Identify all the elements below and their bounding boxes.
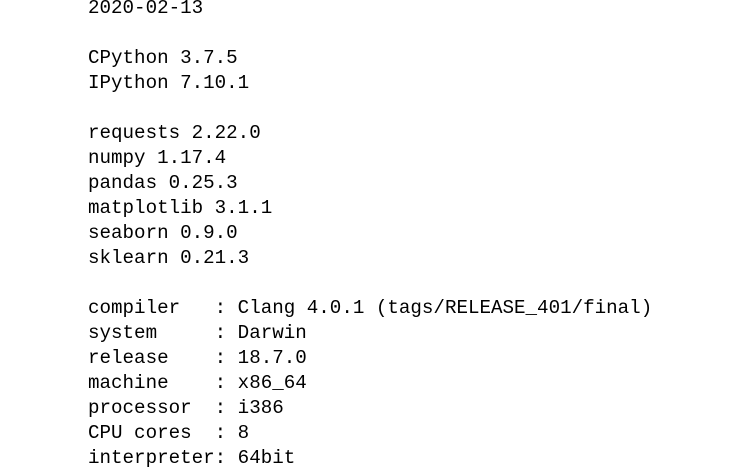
watermark-output: 2020-02-13 CPython 3.7.5 IPython 7.10.1 req… — [88, 0, 652, 471]
system-info-line: CPU cores : 8 — [88, 422, 250, 444]
python-version-line: CPython 3.7.5 — [88, 47, 238, 69]
python-version-line: IPython 7.10.1 — [88, 72, 250, 94]
package-line: seaborn 0.9.0 — [88, 222, 238, 244]
system-info-line: release : 18.7.0 — [88, 347, 307, 369]
package-line: numpy 1.17.4 — [88, 147, 227, 169]
system-info-line: compiler : Clang 4.0.1 (tags/RELEASE_401… — [88, 297, 653, 319]
package-line: sklearn 0.21.3 — [88, 247, 250, 269]
date-line: 2020-02-13 — [88, 0, 204, 19]
package-line: matplotlib 3.1.1 — [88, 197, 273, 219]
package-line: requests 2.22.0 — [88, 122, 261, 144]
system-info-line: system : Darwin — [88, 322, 307, 344]
system-info-line: processor : i386 — [88, 397, 284, 419]
system-info-line: machine : x86_64 — [88, 372, 307, 394]
system-info-line: interpreter: 64bit — [88, 447, 296, 469]
package-line: pandas 0.25.3 — [88, 172, 238, 194]
